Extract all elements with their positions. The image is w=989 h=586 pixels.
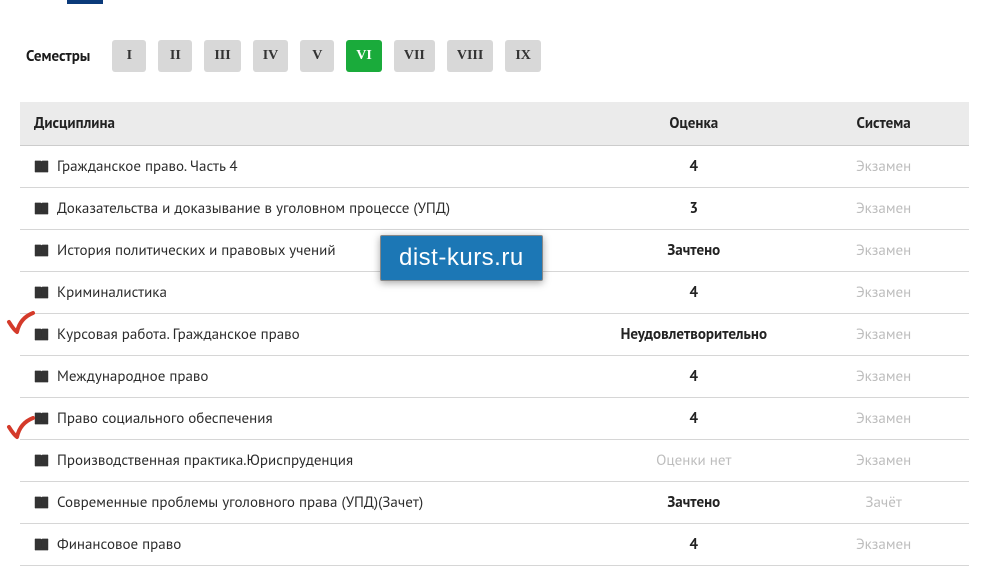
table-row: Финансовое право 4 Экзамен	[20, 524, 969, 566]
book-icon	[34, 538, 49, 551]
semester-btn-1[interactable]: I	[112, 40, 146, 72]
discipline-link[interactable]: Гражданское право. Часть 4	[57, 157, 238, 176]
system-cell: Экзамен	[798, 230, 969, 272]
discipline-cell: Курсовая работа. Гражданское право	[20, 314, 589, 356]
grade-value: Оценки нет	[656, 451, 731, 470]
table-row: Гражданское право. Часть 4 4 Экзамен	[20, 146, 969, 188]
system-cell: Экзамен	[798, 188, 969, 230]
table-row: Курсовая работа. Гражданское право Неудов…	[20, 314, 969, 356]
header-grade: Оценка	[589, 102, 798, 146]
system-cell: Экзамен	[798, 146, 969, 188]
discipline-cell: Гражданское право. Часть 4	[20, 146, 589, 188]
grade-cell: 4	[589, 146, 798, 188]
main-container: Семестры I II III IV V VI VII VIII IX Ди…	[0, 0, 989, 586]
semester-btn-2[interactable]: II	[158, 40, 192, 72]
system-value: Зачёт	[865, 493, 902, 512]
grade-value: 4	[690, 535, 699, 554]
system-value: Экзамен	[856, 409, 911, 428]
discipline-link[interactable]: Современные проблемы уголовного права (У…	[57, 493, 423, 512]
semester-btn-3[interactable]: III	[204, 40, 240, 72]
discipline-cell: Финансовое право	[20, 524, 589, 566]
system-cell: Экзамен	[798, 356, 969, 398]
table-row: Доказательства и доказывание в уголовном…	[20, 188, 969, 230]
discipline-cell: Право социального обеспечения	[20, 398, 589, 440]
header-discipline: Дисциплина	[20, 102, 589, 146]
discipline-link[interactable]: Курсовая работа. Гражданское право	[57, 325, 300, 344]
book-icon	[34, 454, 49, 467]
system-value: Экзамен	[856, 199, 911, 218]
book-icon	[34, 370, 49, 383]
discipline-cell: Доказательства и доказывание в уголовном…	[20, 188, 589, 230]
semester-btn-7[interactable]: VII	[394, 40, 435, 72]
grade-cell: Неудовлетворительно	[589, 314, 798, 356]
book-icon	[34, 202, 49, 215]
discipline-cell: Производственная практика.Юриспруденция	[20, 440, 589, 482]
grade-cell: 3	[589, 188, 798, 230]
discipline-link[interactable]: Доказательства и доказывание в уголовном…	[57, 199, 450, 218]
system-value: Экзамен	[856, 367, 911, 386]
semester-btn-6[interactable]: VI	[346, 40, 382, 72]
book-icon	[34, 412, 49, 425]
table-body: Гражданское право. Часть 4 4 Экзамен Доказа…	[20, 146, 969, 566]
grade-value: 4	[690, 283, 699, 302]
grade-cell: Оценки нет	[589, 440, 798, 482]
grade-value: 4	[690, 367, 699, 386]
grades-table: Дисциплина Оценка Система Гражданское пр…	[20, 102, 969, 566]
book-icon	[34, 328, 49, 341]
grade-value: 3	[690, 199, 699, 218]
grade-cell: 4	[589, 356, 798, 398]
semester-btn-9[interactable]: IX	[505, 40, 541, 72]
table-row: Современные проблемы уголовного права (У…	[20, 482, 969, 524]
semester-btn-4[interactable]: IV	[253, 40, 289, 72]
grade-cell: 4	[589, 398, 798, 440]
system-cell: Экзамен	[798, 524, 969, 566]
semester-btn-5[interactable]: V	[300, 40, 334, 72]
system-value: Экзамен	[856, 283, 911, 302]
discipline-link[interactable]: Криминалистика	[57, 283, 167, 302]
system-value: Экзамен	[856, 157, 911, 176]
table-row: Право социального обеспечения 4 Экзамен	[20, 398, 969, 440]
semester-btn-8[interactable]: VIII	[447, 40, 493, 72]
grade-cell: 4	[589, 272, 798, 314]
system-cell: Экзамен	[798, 272, 969, 314]
book-icon	[34, 496, 49, 509]
watermark-overlay: dist-kurs.ru	[380, 235, 543, 281]
grade-cell: 4	[589, 524, 798, 566]
grade-value: Зачтено	[667, 493, 720, 512]
semester-label: Семестры	[26, 47, 90, 66]
system-value: Экзамен	[856, 241, 911, 260]
book-icon	[34, 244, 49, 257]
grade-value: Неудовлетворительно	[621, 325, 767, 344]
header-system: Система	[798, 102, 969, 146]
grade-value: 4	[690, 157, 699, 176]
system-value: Экзамен	[856, 535, 911, 554]
system-cell: Экзамен	[798, 314, 969, 356]
discipline-link[interactable]: Международное право	[57, 367, 208, 386]
book-icon	[34, 286, 49, 299]
grade-value: Зачтено	[667, 241, 720, 260]
discipline-link[interactable]: Право социального обеспечения	[57, 409, 273, 428]
table-row: Производственная практика.Юриспруденция О…	[20, 440, 969, 482]
discipline-link[interactable]: История политических и правовых учений	[57, 241, 336, 260]
table-header-row: Дисциплина Оценка Система	[20, 102, 969, 146]
discipline-link[interactable]: Производственная практика.Юриспруденция	[57, 451, 353, 470]
active-tab-indicator	[67, 0, 103, 4]
system-cell: Зачёт	[798, 482, 969, 524]
grade-cell: Зачтено	[589, 482, 798, 524]
discipline-link[interactable]: Финансовое право	[57, 535, 181, 554]
system-cell: Экзамен	[798, 440, 969, 482]
system-value: Экзамен	[856, 451, 911, 470]
grade-cell: Зачтено	[589, 230, 798, 272]
discipline-cell: Международное право	[20, 356, 589, 398]
system-value: Экзамен	[856, 325, 911, 344]
system-cell: Экзамен	[798, 398, 969, 440]
semester-selector: Семестры I II III IV V VI VII VIII IX	[26, 40, 969, 72]
table-row: Международное право 4 Экзамен	[20, 356, 969, 398]
grade-value: 4	[690, 409, 699, 428]
discipline-cell: Современные проблемы уголовного права (У…	[20, 482, 589, 524]
book-icon	[34, 160, 49, 173]
